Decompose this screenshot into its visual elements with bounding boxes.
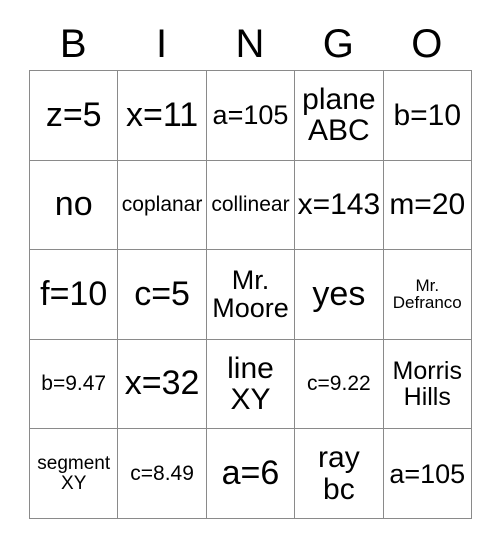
bingo-cell-text: a=105 <box>389 458 466 489</box>
bingo-cell[interactable]: x=32 <box>118 339 207 430</box>
bingo-cell[interactable]: segment XY <box>30 429 119 519</box>
bingo-cell[interactable]: b=9.47 <box>30 339 119 430</box>
bingo-header-letter: G <box>322 22 354 66</box>
bingo-cell-text: x=11 <box>126 95 199 134</box>
bingo-cell[interactable]: coplanar <box>118 160 207 251</box>
bingo-cell-text: Mr. Defranco <box>392 275 462 313</box>
bingo-cell-text: a=6 <box>221 453 280 492</box>
bingo-cell-text: z=5 <box>45 95 102 134</box>
bingo-cell[interactable]: c=8.49 <box>118 429 207 519</box>
bingo-cell[interactable]: x=11 <box>118 71 207 161</box>
bingo-cell-text: b=10 <box>393 98 462 132</box>
bingo-header-letter: N <box>235 22 265 66</box>
bingo-header-letter: I <box>156 22 168 66</box>
bingo-cell[interactable]: c=5 <box>118 250 207 340</box>
bingo-cell[interactable]: no <box>30 160 119 251</box>
bingo-cell[interactable]: line XY <box>206 339 296 430</box>
bingo-cell[interactable]: f=10 <box>30 250 119 340</box>
bingo-cell[interactable]: a=105 <box>383 429 472 519</box>
bingo-cell[interactable]: Mr. Moore <box>206 250 296 340</box>
bingo-cell-text: f=10 <box>40 274 108 313</box>
bingo-row: segment XY c=8.49 a=6 ray bc a=105 <box>30 429 472 519</box>
bingo-cell[interactable]: b=10 <box>383 71 472 161</box>
bingo-cell[interactable]: collinear <box>206 160 296 251</box>
bingo-cell-text: ray bc <box>318 441 360 506</box>
bingo-cell[interactable]: Mr. Defranco <box>383 250 472 340</box>
bingo-row: b=9.47 x=32 line XY c=9.22 Morris Hills <box>30 339 472 430</box>
bingo-cell-text: no <box>54 185 93 224</box>
bingo-row: z=5 x=11 a=105 plane ABC b=10 <box>30 71 472 161</box>
bingo-header-cell-n: N <box>206 0 294 70</box>
bingo-cell[interactable]: Morris Hills <box>383 339 472 430</box>
bingo-row: f=10 c=5 Mr. Moore yes Mr. Defranco <box>30 250 472 340</box>
bingo-cell-text: b=9.47 <box>41 372 107 396</box>
bingo-cell-text: Mr. Moore <box>212 265 289 324</box>
bingo-header-cell-o: O <box>383 0 471 70</box>
bingo-cell-text: Morris Hills <box>392 357 462 412</box>
bingo-cell[interactable]: z=5 <box>30 71 119 161</box>
bingo-cell[interactable]: a=105 <box>206 71 296 161</box>
bingo-cell-text: segment XY <box>37 452 111 494</box>
bingo-cell-text: plane ABC <box>302 83 376 148</box>
bingo-header-cell-g: G <box>294 0 382 70</box>
bingo-cell-text: line XY <box>227 351 274 417</box>
bingo-cell-text: m=20 <box>389 188 466 222</box>
bingo-cell[interactable]: plane ABC <box>295 71 384 161</box>
bingo-cell-text: a=105 <box>212 100 289 131</box>
bingo-cell[interactable]: yes <box>295 250 384 340</box>
bingo-cell[interactable]: ray bc <box>295 429 384 519</box>
bingo-cell-text: c=5 <box>134 274 190 313</box>
bingo-cell-text: yes <box>312 274 366 313</box>
bingo-header-letter: B <box>59 22 87 66</box>
bingo-header-cell-i: I <box>117 0 205 70</box>
bingo-header-row: B I N G O <box>29 0 471 70</box>
bingo-cell-text: x=143 <box>297 188 381 222</box>
bingo-cell[interactable]: x=143 <box>295 160 384 251</box>
bingo-cell-text: collinear <box>211 192 290 216</box>
bingo-row: no coplanar collinear x=143 m=20 <box>30 160 472 251</box>
bingo-cell[interactable]: a=6 <box>206 429 296 519</box>
bingo-grid: z=5 x=11 a=105 plane ABC b=10 no coplana… <box>29 70 472 519</box>
bingo-cell-text: x=32 <box>124 364 200 403</box>
bingo-header-cell-b: B <box>29 0 117 70</box>
bingo-cell-text: c=9.22 <box>307 372 371 396</box>
bingo-cell-text: coplanar <box>121 192 203 216</box>
bingo-card: B I N G O z=5 x=11 a=105 plane ABC b=10 … <box>29 0 472 519</box>
bingo-cell[interactable]: m=20 <box>383 160 472 251</box>
bingo-cell[interactable]: c=9.22 <box>295 339 384 430</box>
bingo-cell-text: c=8.49 <box>130 461 194 485</box>
bingo-header-letter: O <box>411 22 443 66</box>
